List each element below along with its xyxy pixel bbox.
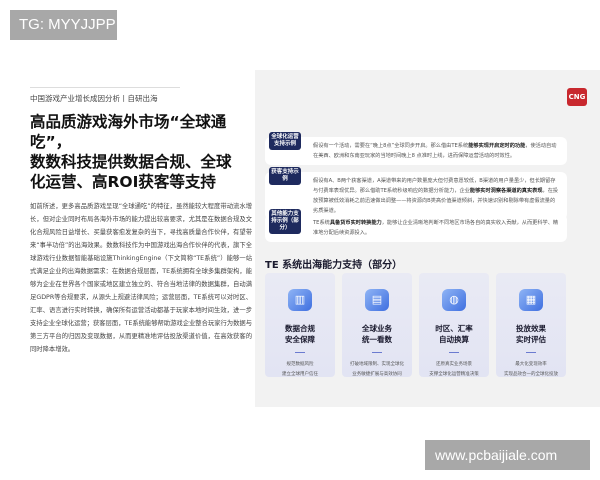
section-subtitle: 中国游戏产业增长成因分析丨自研出海	[30, 94, 158, 103]
chart-icon: ▥	[288, 289, 312, 311]
example-tag: 获客支持示例	[269, 167, 301, 185]
card-title: 数据合规	[285, 324, 315, 333]
article-left: 中国游戏产业增长成因分析丨自研出海 高品质游戏海外市场“全球通吃”， 数数科技提…	[30, 87, 252, 356]
watermark-top: TG: MYYJJPP	[10, 10, 117, 40]
divider	[449, 352, 459, 353]
example-tag: 全球化运营支持示例	[269, 132, 301, 150]
card-desc: 规范数据风险	[286, 362, 314, 367]
text: 假设有一个活动，需要在“晚上8点”全球同步开启。那么借由TE系统	[313, 143, 469, 149]
divider	[526, 352, 536, 353]
card-desc: 建立全球用户信任	[282, 372, 318, 377]
highlight: 具备货币实时转换能力	[329, 220, 382, 226]
card-desc: 最大化变现效率	[515, 362, 547, 367]
example-card: TE系统具备货币实时转换能力，能够让企业清晰地判断不同地区市场各自的真实收入贡献…	[265, 214, 567, 242]
card-title: 实时评估	[516, 335, 546, 344]
card-desc: 实现品效合一的全球化投放	[504, 372, 558, 377]
cng-logo: CNG	[567, 88, 587, 106]
title-line: 数数科技提供数据合规、全球	[30, 153, 232, 171]
title-line: 化运营、高ROI获客等支持	[30, 173, 216, 191]
divider	[372, 352, 382, 353]
page-title: 高品质游戏海外市场“全球通吃”， 数数科技提供数据合规、全球 化运营、高ROI获…	[30, 112, 252, 192]
capability-card: ▦ 投放效果实时评估 最大化变现效率实现品效合一的全球化投放	[496, 273, 566, 377]
card-title: 全球业务	[362, 324, 392, 333]
text: TE系统	[313, 220, 330, 226]
figure-panel: CNG 全球化运营支持示例 假设有一个活动，需要在“晚上8点”全球同步开启。那么…	[255, 70, 600, 407]
example-card: 假设有一个活动，需要在“晚上8点”全球同步开启。那么借由TE系统能够实现开启定时…	[265, 137, 567, 165]
divider	[30, 87, 180, 88]
capability-card: ▤ 全球业务统一看数 打破地域限制、实现全球化 业务敏捷扩展与高效协同	[342, 273, 412, 377]
card-title: 安全保障	[285, 335, 315, 344]
capability-card: ◍ 时区、汇率自动换算 还原真实业务场景支撑全球化运营精准决策	[419, 273, 489, 377]
card-title: 时区、汇率	[435, 324, 473, 333]
divider	[295, 352, 305, 353]
example-card: 假设有A、B两个获客渠道，A渠道带来的用户数量庞大但付费意愿较低，B渠道的用户量…	[265, 172, 567, 220]
watermark-bottom: www.pcbaijiale.com	[425, 440, 590, 470]
card-desc: 还原真实业务场景	[436, 362, 472, 367]
highlight: 能够实现开启定时的功能	[468, 143, 526, 149]
title-line: 高品质游戏海外市场“全球通吃”，	[30, 113, 227, 151]
card-title: 统一看数	[362, 335, 392, 344]
globe-icon: ◍	[442, 289, 466, 311]
report-icon: ▦	[519, 289, 543, 311]
highlight: 能够实时洞察各渠道的真实表现	[469, 188, 543, 194]
example-tag: 其他能力支持示例（部分）	[269, 209, 301, 234]
capability-card: ▥ 数据合规安全保障 规范数据风险 建立全球用户信任	[265, 273, 335, 377]
capabilities-heading: TE 系统出海能力支持（部分）	[265, 260, 403, 271]
card-title: 自动换算	[439, 335, 469, 344]
card-desc: 打破地域限制、实现全球化	[350, 362, 404, 367]
body-text: 如前所述，更多高品质游戏呈现“全球通吃”的特征，虽然能较大程度带动流水增长，但对…	[30, 203, 252, 353]
card-title: 投放效果	[516, 324, 546, 333]
card-desc: 业务敏捷扩展与高效协同	[352, 372, 402, 377]
dashboard-icon: ▤	[365, 289, 389, 311]
card-desc: 支撑全球化运营精准决策	[429, 372, 479, 377]
